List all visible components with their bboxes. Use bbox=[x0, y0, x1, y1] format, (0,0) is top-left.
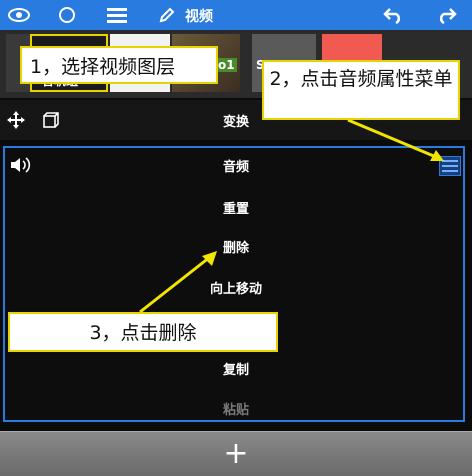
callout-step1: 1，选择视频图层 bbox=[20, 46, 218, 84]
callout-step3: 3，点击删除 bbox=[8, 312, 278, 352]
callout-step2: 2，点击音频属性菜单 bbox=[262, 60, 460, 120]
